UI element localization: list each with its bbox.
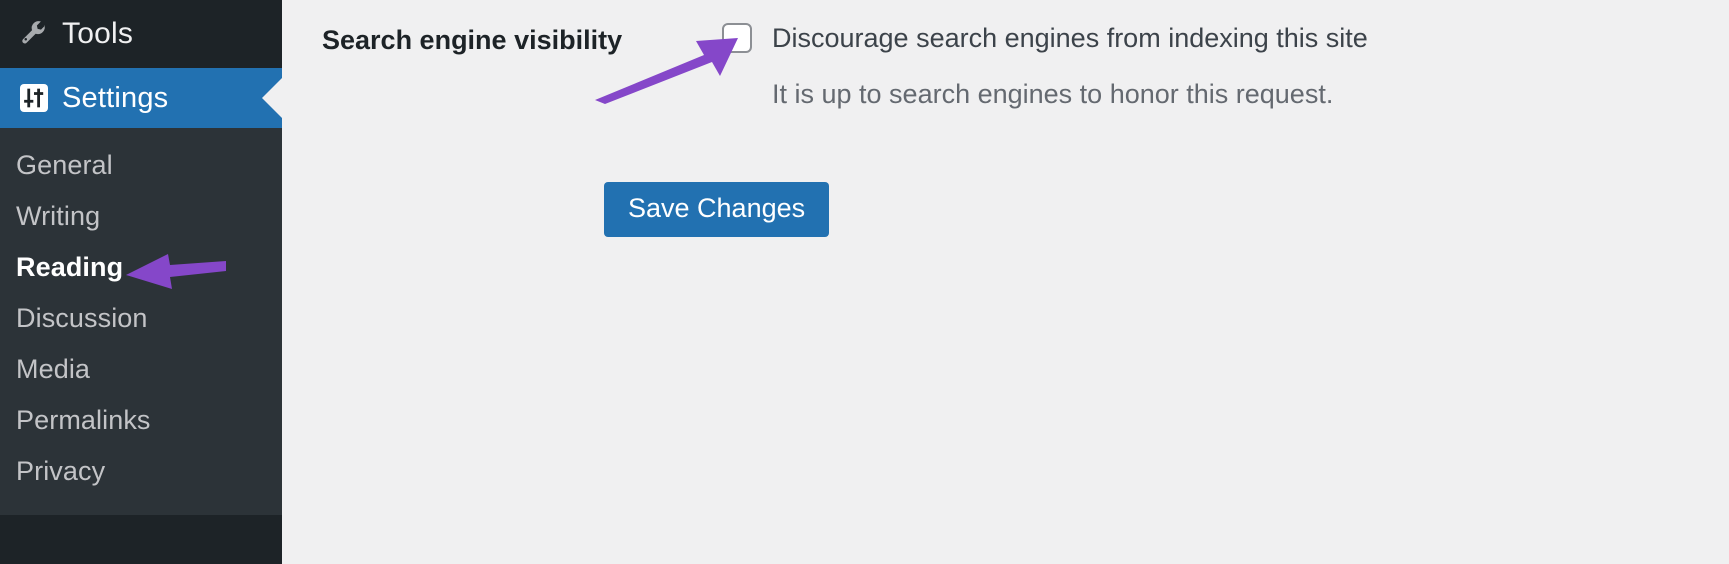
search-visibility-help-text: It is up to search engines to honor this… bbox=[772, 79, 1334, 110]
sidebar-item-reading-label: Reading bbox=[16, 252, 124, 282]
wrench-icon bbox=[12, 19, 56, 49]
page-title: Search engine visibility bbox=[322, 25, 623, 55]
sidebar-item-media[interactable]: Media bbox=[0, 344, 282, 395]
sidebar-item-media-label: Media bbox=[16, 354, 91, 384]
sidebar-item-tools-label: Tools bbox=[62, 17, 134, 50]
active-menu-notch-icon bbox=[262, 78, 282, 118]
sidebar-item-general-label: General bbox=[16, 150, 113, 180]
admin-sidebar: Tools Settings General Writing Reading D… bbox=[0, 0, 282, 564]
sidebar-item-settings-label: Settings bbox=[62, 81, 169, 114]
sidebar-item-settings[interactable]: Settings bbox=[0, 68, 282, 128]
settings-content: Search engine visibility Discourage sear… bbox=[282, 0, 1729, 564]
sidebar-item-writing[interactable]: Writing bbox=[0, 191, 282, 242]
sidebar-item-permalinks-label: Permalinks bbox=[16, 405, 151, 435]
discourage-search-engines-label[interactable]: Discourage search engines from indexing … bbox=[772, 22, 1368, 54]
sidebar-item-general[interactable]: General bbox=[0, 140, 282, 191]
sliders-icon bbox=[12, 82, 56, 114]
sidebar-item-discussion-label: Discussion bbox=[16, 303, 148, 333]
sidebar-item-tools[interactable]: Tools bbox=[0, 0, 282, 68]
sidebar-item-discussion[interactable]: Discussion bbox=[0, 293, 282, 344]
discourage-checkbox-line: Discourage search engines from indexing … bbox=[722, 22, 1368, 54]
sidebar-item-permalinks[interactable]: Permalinks bbox=[0, 395, 282, 446]
save-changes-button[interactable]: Save Changes bbox=[604, 182, 830, 237]
sidebar-item-writing-label: Writing bbox=[16, 201, 101, 231]
submit-area: Save Changes bbox=[604, 182, 830, 237]
search-engine-visibility-row: Search engine visibility Discourage sear… bbox=[322, 22, 1368, 111]
sidebar-top-menu: Tools Settings bbox=[0, 0, 282, 128]
sidebar-item-privacy[interactable]: Privacy bbox=[0, 446, 282, 497]
discourage-search-engines-checkbox[interactable] bbox=[722, 23, 752, 54]
sidebar-item-privacy-label: Privacy bbox=[16, 456, 106, 486]
search-visibility-field: Discourage search engines from indexing … bbox=[722, 22, 1368, 111]
admin-screen: Tools Settings General Writing Reading D… bbox=[0, 0, 1729, 564]
sidebar-item-reading[interactable]: Reading bbox=[0, 242, 282, 293]
settings-submenu: General Writing Reading Discussion Media… bbox=[0, 128, 282, 515]
